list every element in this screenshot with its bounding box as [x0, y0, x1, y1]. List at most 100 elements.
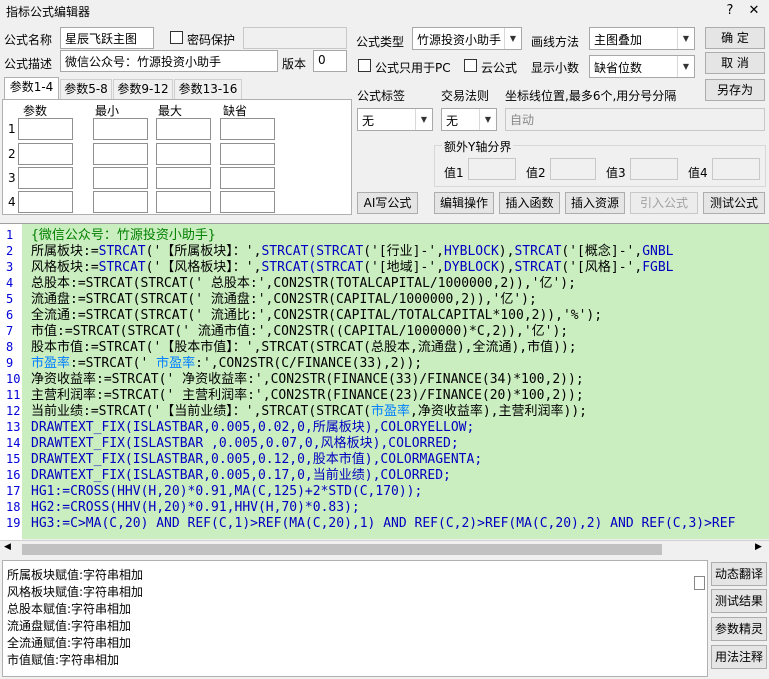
param-min-input[interactable] [93, 167, 148, 189]
code-line: HG2:=CROSS(HHV(H,20)*0.91,HHV(H,70)*0.83… [31, 500, 360, 515]
param-name-input[interactable] [18, 143, 73, 165]
val3-field[interactable] [630, 158, 678, 180]
import-formula-button[interactable]: 引入公式 [630, 192, 698, 214]
code-line: 当前业绩:=STRCAT('【当前业绩】：',STRCAT(STRCAT(市盈率… [31, 404, 587, 419]
line-number: 1 [6, 228, 14, 242]
val4-label: 值4 [688, 166, 708, 180]
line-number: 2 [6, 244, 14, 258]
horizontal-scrollbar[interactable]: ◀ ▶ [0, 540, 769, 557]
cancel-button[interactable]: 取 消 [705, 52, 765, 74]
code-editor[interactable]: 1 2 3 4 5 6 7 8 9 10 11 12 13 14 15 16 1… [0, 223, 769, 540]
save-as-button[interactable]: 另存为 [705, 79, 765, 101]
line-number: 17 [6, 484, 21, 498]
param-max-input[interactable] [156, 191, 211, 213]
code-line: 总股本:=STRCAT(STRCAT(' 总股本:',CON2STR(TOTAL… [31, 276, 576, 291]
vertical-scrollbar[interactable] [692, 561, 708, 676]
val1-label: 值1 [444, 166, 464, 180]
param-min-input[interactable] [93, 143, 148, 165]
val1-field[interactable] [468, 158, 516, 180]
decimals-value: 缺省位数 [594, 61, 643, 75]
pc-only-checkbox[interactable] [358, 59, 371, 72]
window-title: 指标公式编辑器 [6, 5, 91, 19]
param-max-input[interactable] [156, 167, 211, 189]
cloud-checkbox[interactable] [464, 59, 477, 72]
tab-params-5-8[interactable]: 参数5-8 [60, 79, 112, 99]
trade-rule-select[interactable]: 无 ▼ [441, 108, 497, 131]
param-name-input[interactable] [18, 191, 73, 213]
line-number: 8 [6, 340, 14, 354]
code-line: DRAWTEXT_FIX(ISLASTBAR,0.005,0.17,0,当前业绩… [31, 468, 451, 483]
val2-field[interactable] [550, 158, 596, 180]
insert-resource-button[interactable]: 插入资源 [565, 192, 625, 214]
trade-rule-value: 无 [446, 114, 459, 128]
tab-params-13-16[interactable]: 参数13-16 [174, 79, 242, 99]
tab-params-1-4[interactable]: 参数1-4 [4, 77, 59, 100]
val3-label: 值3 [606, 166, 626, 180]
usage-notes-button[interactable]: 用法注释 [711, 645, 767, 669]
formula-type-select[interactable]: 竹源投资小助手 ▼ [412, 27, 522, 50]
code-line: 全流通:=STRCAT(STRCAT(' 流通比:',CON2STR(CAPIT… [31, 308, 603, 323]
param-min-input[interactable] [93, 191, 148, 213]
line-number: 3 [6, 260, 14, 274]
scrollbar-thumb[interactable] [694, 576, 705, 590]
line-number: 10 [6, 372, 21, 386]
trade-rule-label: 交易法则 [441, 89, 490, 103]
password-label: 密码保护 [187, 33, 236, 47]
param-header-default: 缺省 [223, 104, 248, 118]
edit-operation-button[interactable]: 编辑操作 [434, 192, 494, 214]
param-max-input[interactable] [156, 118, 211, 140]
decimals-select[interactable]: 缺省位数 ▼ [589, 55, 695, 78]
scrollbar-thumb[interactable] [22, 544, 662, 555]
param-wizard-button[interactable]: 参数精灵 [711, 617, 767, 641]
formula-tag-select[interactable]: 无 ▼ [357, 108, 433, 131]
test-formula-button[interactable]: 测试公式 [703, 192, 765, 214]
param-min-input[interactable] [93, 118, 148, 140]
param-header-name: 参数 [23, 104, 48, 118]
chevron-down-icon: ▼ [504, 28, 521, 49]
param-row-number: 3 [8, 171, 16, 185]
coord-line-field[interactable]: 自动 [505, 108, 765, 131]
param-default-input[interactable] [220, 191, 275, 213]
param-default-input[interactable] [220, 143, 275, 165]
formula-name-field[interactable]: 星辰飞跃主图 [60, 27, 154, 49]
draw-method-value: 主图叠加 [594, 33, 643, 47]
ok-button[interactable]: 确 定 [705, 27, 765, 49]
code-line: 流通盘:=STRCAT(STRCAT(' 流通盘:',CON2STR(CAPIT… [31, 292, 537, 307]
draw-method-select[interactable]: 主图叠加 ▼ [589, 27, 695, 50]
scroll-right-icon[interactable]: ▶ [755, 542, 762, 552]
coord-line-label: 坐标线位置,最多6个,用分号分隔 [505, 89, 677, 103]
formula-desc-label: 公式描述 [4, 57, 53, 71]
code-line: HG1:=CROSS(HHV(H,20)*0.91,MA(C,125)+2*ST… [31, 484, 423, 499]
param-default-input[interactable] [220, 118, 275, 140]
formula-type-value: 竹源投资小助手 [417, 33, 502, 47]
param-default-input[interactable] [220, 167, 275, 189]
list-item: 风格板块赋值:字符串相加 [7, 585, 144, 599]
password-checkbox[interactable] [170, 31, 183, 44]
line-number: 18 [6, 500, 21, 514]
param-row-number: 4 [8, 195, 16, 209]
line-number: 19 [6, 516, 21, 530]
scroll-left-icon[interactable]: ◀ [4, 542, 11, 552]
line-number: 7 [6, 324, 14, 338]
output-list: 所属板块赋值:字符串相加 风格板块赋值:字符串相加 总股本赋值:字符串相加 流通… [2, 560, 708, 677]
close-button[interactable]: ✕ [741, 0, 767, 22]
param-row-number: 1 [8, 122, 16, 136]
ai-write-button[interactable]: AI写公式 [357, 192, 418, 214]
formula-tag-label: 公式标签 [357, 89, 406, 103]
version-field[interactable]: 0 [313, 50, 347, 72]
formula-desc-field[interactable]: 微信公众号：竹源投资小助手 [60, 50, 278, 72]
password-field[interactable] [243, 27, 347, 49]
code-line: 风格板块:=STRCAT('【风格板块】：',STRCAT(STRCAT('[地… [31, 260, 674, 275]
dynamic-translate-button[interactable]: 动态翻译 [711, 562, 767, 586]
param-max-input[interactable] [156, 143, 211, 165]
test-result-button[interactable]: 测试结果 [711, 589, 767, 613]
param-name-input[interactable] [18, 118, 73, 140]
code-line: 净资收益率:=STRCAT(' 净资收益率:',CON2STR(FINANCE(… [31, 372, 584, 387]
insert-function-button[interactable]: 插入函数 [499, 192, 560, 214]
tab-params-9-12[interactable]: 参数9-12 [113, 79, 173, 99]
chevron-down-icon: ▼ [677, 56, 694, 77]
param-name-input[interactable] [18, 167, 73, 189]
line-number: 11 [6, 388, 21, 402]
val4-field[interactable] [712, 158, 760, 180]
help-button[interactable]: ? [717, 0, 743, 22]
